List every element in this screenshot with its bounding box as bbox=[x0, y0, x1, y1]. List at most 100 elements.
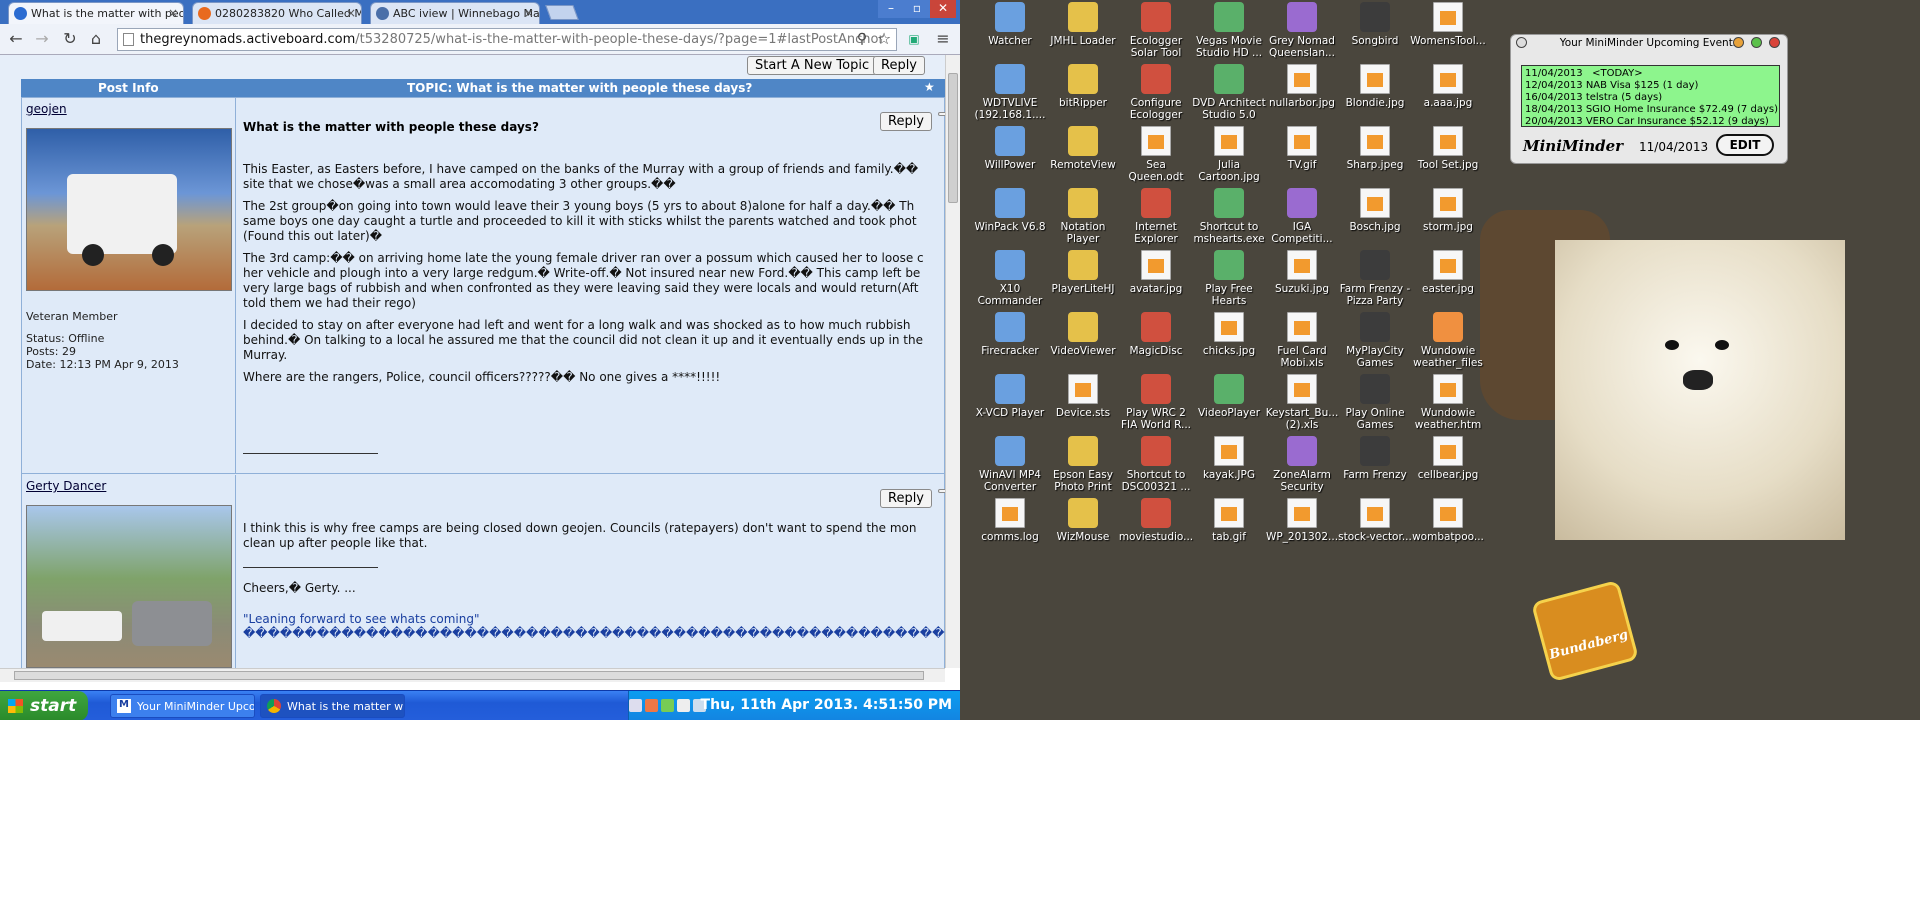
desktop-icon-jmhl-loader[interactable]: JMHL Loader bbox=[1045, 2, 1121, 47]
tab-who-called[interactable]: 0280283820 Who Called Me × bbox=[192, 2, 362, 24]
start-new-topic-button[interactable]: Start A New Topic bbox=[747, 56, 878, 75]
new-tab-button[interactable] bbox=[545, 5, 579, 20]
vertical-scrollbar[interactable] bbox=[945, 55, 960, 668]
desktop-icon-tv-gif[interactable]: TV.gif bbox=[1264, 126, 1340, 171]
desktop-icon-keystart-bu-2-xls[interactable]: Keystart_Bu... (2).xls bbox=[1264, 374, 1340, 431]
desktop-icon-tool-set-jpg[interactable]: Tool Set.jpg bbox=[1410, 126, 1486, 171]
desktop-icon-shortcut-to-dsc00321[interactable]: Shortcut to DSC00321 ... bbox=[1118, 436, 1194, 493]
desktop-icon-ecologger-solar-tool[interactable]: Ecologger Solar Tool bbox=[1118, 2, 1194, 59]
author-link[interactable]: Gerty Dancer bbox=[26, 479, 106, 493]
desktop-icon-wombatpoo[interactable]: wombatpoo... bbox=[1410, 498, 1486, 543]
desktop-icon-epson-easy-photo-print[interactable]: Epson Easy Photo Print bbox=[1045, 436, 1121, 493]
reply-button[interactable]: Reply bbox=[880, 489, 933, 508]
minimize-icon[interactable] bbox=[1733, 37, 1744, 48]
desktop-icon-chicks-jpg[interactable]: chicks.jpg bbox=[1191, 312, 1267, 357]
close-window-icon[interactable]: ✕ bbox=[930, 0, 956, 18]
favorite-star-icon[interactable]: ★ bbox=[924, 80, 935, 94]
desktop-icon-myplaycity-games[interactable]: MyPlayCity Games bbox=[1337, 312, 1413, 369]
desktop-icon-magicdisc[interactable]: MagicDisc bbox=[1118, 312, 1194, 357]
clock[interactable]: Thu, 11th Apr 2013. 4:51:50 PM bbox=[701, 697, 952, 713]
desktop-icon-remoteview[interactable]: RemoteView bbox=[1045, 126, 1121, 171]
tab-forum[interactable]: What is the matter with peop × bbox=[8, 2, 184, 24]
desktop-icon-farm-frenzy-pizza-party[interactable]: Farm Frenzy - Pizza Party bbox=[1337, 250, 1413, 307]
desktop-icon-playerlitehj[interactable]: PlayerLiteHJ bbox=[1045, 250, 1121, 295]
desktop-icon-dvd-architect-studio-5-0[interactable]: DVD Architect Studio 5.0 bbox=[1191, 64, 1267, 121]
bookmark-star-icon[interactable]: ☆ bbox=[874, 29, 894, 49]
desktop-icon-a-aaa-jpg[interactable]: a.aaa.jpg bbox=[1410, 64, 1486, 109]
desktop-icon-farm-frenzy[interactable]: Farm Frenzy bbox=[1337, 436, 1413, 481]
desktop-icon-wundowie-weather-htm[interactable]: Wundowie weather.htm bbox=[1410, 374, 1486, 431]
desktop-icon-grey-nomad-queenslan[interactable]: Grey Nomad Queenslan... bbox=[1264, 2, 1340, 59]
start-button[interactable]: start bbox=[0, 691, 88, 720]
taskbar-item-browser[interactable]: What is the matter wi... bbox=[260, 694, 405, 718]
desktop-icon-sharp-jpeg[interactable]: Sharp.jpeg bbox=[1337, 126, 1413, 171]
search-icon[interactable]: ⚲ bbox=[852, 29, 872, 49]
desktop-icon-firecracker[interactable]: Firecracker bbox=[972, 312, 1048, 357]
desktop-icon-tab-gif[interactable]: tab.gif bbox=[1191, 498, 1267, 543]
home-icon[interactable]: ⌂ bbox=[86, 29, 106, 49]
desktop-icon-configure-ecologger[interactable]: Configure Ecologger bbox=[1118, 64, 1194, 121]
reply-button-top[interactable]: Reply bbox=[873, 56, 926, 75]
desktop-icon-winavi-mp4-converter[interactable]: WinAVI MP4 Converter bbox=[972, 436, 1048, 493]
desktop-icon-play-wrc-2-fia-world-r[interactable]: Play WRC 2 FIA World R... bbox=[1118, 374, 1194, 431]
desktop-icon-wundowie-weather-files[interactable]: Wundowie weather_files bbox=[1410, 312, 1486, 369]
author-link[interactable]: geojen bbox=[26, 102, 67, 116]
desktop-icon-stock-vector[interactable]: stock-vector... bbox=[1337, 498, 1413, 543]
edit-button[interactable]: EDIT bbox=[1716, 134, 1774, 156]
maximize-icon[interactable]: ▫ bbox=[904, 0, 930, 18]
close-tab-icon[interactable]: × bbox=[168, 6, 178, 20]
desktop-icon-notation-player[interactable]: Notation Player bbox=[1045, 188, 1121, 245]
desktop-icon-storm-jpg[interactable]: storm.jpg bbox=[1410, 188, 1486, 233]
taskbar-item-miniminder[interactable]: M Your MiniMinder Upco... bbox=[110, 694, 255, 718]
desktop-icon-kayak-jpg[interactable]: kayak.JPG bbox=[1191, 436, 1267, 481]
menu-icon[interactable]: ≡ bbox=[933, 29, 953, 49]
desktop-icon-play-free-hearts[interactable]: Play Free Hearts bbox=[1191, 250, 1267, 307]
desktop-icon-suzuki-jpg[interactable]: Suzuki.jpg bbox=[1264, 250, 1340, 295]
desktop-icon-songbird[interactable]: Songbird bbox=[1337, 2, 1413, 47]
desktop-icon-cellbear-jpg[interactable]: cellbear.jpg bbox=[1410, 436, 1486, 481]
desktop-icon-wizmouse[interactable]: WizMouse bbox=[1045, 498, 1121, 543]
desktop-icon-bitripper[interactable]: bitRipper bbox=[1045, 64, 1121, 109]
desktop-icon-easter-jpg[interactable]: easter.jpg bbox=[1410, 250, 1486, 295]
reply-button[interactable]: Reply bbox=[880, 112, 933, 131]
desktop-icon-internet-explorer[interactable]: Internet Explorer bbox=[1118, 188, 1194, 245]
desktop-icon-videoplayer[interactable]: VideoPlayer bbox=[1191, 374, 1267, 419]
tray-icon[interactable] bbox=[629, 699, 642, 712]
close-tab-icon[interactable]: × bbox=[524, 6, 534, 20]
desktop-icon-nullarbor-jpg[interactable]: nullarbor.jpg bbox=[1264, 64, 1340, 109]
desktop-icon-bosch-jpg[interactable]: Bosch.jpg bbox=[1337, 188, 1413, 233]
desktop-icon-zonealarm-security[interactable]: ZoneAlarm Security bbox=[1264, 436, 1340, 493]
extension-icon[interactable]: ▣ bbox=[904, 29, 924, 49]
desktop-icon-watcher[interactable]: Watcher bbox=[972, 2, 1048, 47]
desktop-icon-avatar-jpg[interactable]: avatar.jpg bbox=[1118, 250, 1194, 295]
tray-icon[interactable] bbox=[677, 699, 690, 712]
desktop-icon-womenstool[interactable]: WomensTool... bbox=[1410, 2, 1486, 47]
close-icon[interactable] bbox=[1769, 37, 1780, 48]
desktop-icon-x10-commander[interactable]: X10 Commander bbox=[972, 250, 1048, 307]
reload-icon[interactable]: ↻ bbox=[60, 29, 80, 49]
desktop-icon-vegas-movie-studio-hd[interactable]: Vegas Movie Studio HD ... bbox=[1191, 2, 1267, 59]
tray-icon[interactable] bbox=[661, 699, 674, 712]
desktop-icon-device-sts[interactable]: Device.sts bbox=[1045, 374, 1121, 419]
desktop-icon-shortcut-to-mshearts-exe[interactable]: Shortcut to mshearts.exe bbox=[1191, 188, 1267, 245]
back-arrow-icon[interactable]: ← bbox=[6, 29, 26, 49]
tab-abc-iview[interactable]: ABC iview | Winnebago Man × bbox=[370, 2, 540, 24]
desktop-icon-iga-competiti[interactable]: IGA Competiti... bbox=[1264, 188, 1340, 245]
desktop-icon-comms-log[interactable]: comms.log bbox=[972, 498, 1048, 543]
minimize-icon[interactable]: – bbox=[878, 0, 904, 18]
desktop-icon-winpack-v6-8[interactable]: WinPack V6.8 bbox=[972, 188, 1048, 233]
desktop-icon-willpower[interactable]: WillPower bbox=[972, 126, 1048, 171]
maximize-icon[interactable] bbox=[1751, 37, 1762, 48]
desktop-icon-blondie-jpg[interactable]: Blondie.jpg bbox=[1337, 64, 1413, 109]
address-bar[interactable]: thegreynomads.activeboard.com/t53280725/… bbox=[117, 28, 897, 51]
desktop-icon-wp-201302[interactable]: WP_201302... bbox=[1264, 498, 1340, 543]
desktop-icon-wdtvlive-192-168-1[interactable]: WDTVLIVE (192.168.1.... bbox=[972, 64, 1048, 121]
desktop-icon-x-vcd-player[interactable]: X-VCD Player bbox=[972, 374, 1048, 419]
desktop-icon-videoviewer[interactable]: VideoViewer bbox=[1045, 312, 1121, 357]
forward-arrow-icon[interactable]: → bbox=[32, 29, 52, 49]
desktop-icon-julia-cartoon-jpg[interactable]: Julia Cartoon.jpg bbox=[1191, 126, 1267, 183]
desktop-icon-sea-queen-odt[interactable]: Sea Queen.odt bbox=[1118, 126, 1194, 183]
horizontal-scrollbar[interactable] bbox=[0, 668, 945, 682]
tray-icon[interactable] bbox=[645, 699, 658, 712]
close-tab-icon[interactable]: × bbox=[346, 6, 356, 20]
